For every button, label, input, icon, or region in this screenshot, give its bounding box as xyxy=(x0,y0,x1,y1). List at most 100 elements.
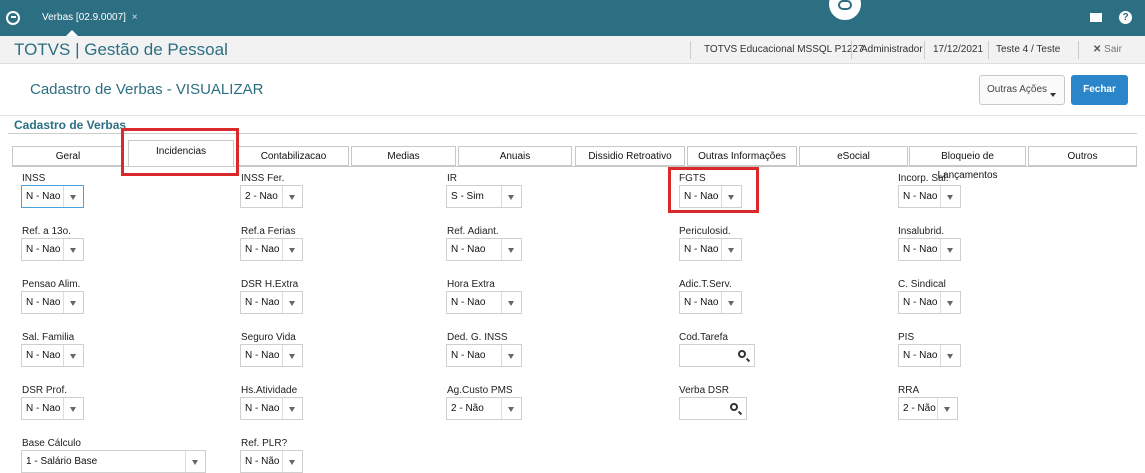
chevron-down-icon xyxy=(63,239,83,260)
company-label[interactable]: Teste 4 / Teste xyxy=(996,44,1060,55)
tab-anuais[interactable]: Anuais xyxy=(458,146,572,166)
close-button[interactable]: Fechar xyxy=(1071,75,1128,105)
seguro-vida-select[interactable]: N - Nao xyxy=(240,344,303,367)
ref-plr-select[interactable]: N - Não xyxy=(240,450,303,473)
pis-select[interactable]: N - Nao xyxy=(898,344,961,367)
base-calculo-value: 1 - Salário Base xyxy=(26,456,98,467)
chevron-down-icon xyxy=(63,292,83,313)
divider xyxy=(988,41,989,59)
ag-custo-pms-value: 2 - Não xyxy=(451,403,484,414)
tab-outras-informacoes[interactable]: Outras Informações xyxy=(687,146,797,166)
incorp-sal-value: N - Nao xyxy=(903,191,938,202)
chevron-down-icon xyxy=(282,398,302,419)
ag-custo-pms-select[interactable]: 2 - Não xyxy=(446,397,522,420)
chevron-down-icon xyxy=(282,239,302,260)
window-tab-close-icon[interactable]: × xyxy=(132,12,138,23)
section-title: Cadastro de Verbas xyxy=(14,118,127,132)
dsr-prof-value: N - Nao xyxy=(26,403,61,414)
search-icon[interactable] xyxy=(738,350,746,358)
mail-icon[interactable] xyxy=(1090,13,1102,22)
tab-geral[interactable]: Geral xyxy=(12,146,124,166)
chevron-down-icon xyxy=(937,398,957,419)
other-actions-label: Outras Ações xyxy=(987,84,1048,95)
window-tab-verbas[interactable]: Verbas [02.9.0007] × xyxy=(34,8,146,32)
ir-select[interactable]: S - Sim xyxy=(446,185,522,208)
hora-extra-value: N - Nao xyxy=(451,297,486,308)
dsr-prof-select[interactable]: N - Nao xyxy=(21,397,84,420)
periculosid-select[interactable]: N - Nao xyxy=(679,238,742,261)
pis-label: PIS xyxy=(898,332,915,343)
chevron-down-icon xyxy=(282,345,302,366)
inss-fer-select[interactable]: 2 - Nao xyxy=(240,185,303,208)
base-calculo-select[interactable]: 1 - Salário Base xyxy=(21,450,206,473)
other-actions-button[interactable]: Outras Ações xyxy=(979,75,1065,105)
sal-familia-value: N - Nao xyxy=(26,350,61,361)
tab-contabilizacao[interactable]: Contabilizacao xyxy=(238,146,349,166)
pensao-alim-select[interactable]: N - Nao xyxy=(21,291,84,314)
hs-atividade-value: N - Nao xyxy=(245,403,280,414)
inss-fer-value: 2 - Nao xyxy=(245,191,278,202)
exit-label: Sair xyxy=(1104,44,1122,55)
ref-ferias-select[interactable]: N - Nao xyxy=(240,238,303,261)
chevron-down-icon xyxy=(940,345,960,366)
chevron-down-icon xyxy=(63,345,83,366)
verba-dsr-label: Verba DSR xyxy=(679,385,730,396)
tab-medias[interactable]: Medias xyxy=(351,146,456,166)
tab-outros[interactable]: Outros xyxy=(1028,146,1137,166)
insalubrid-select[interactable]: N - Nao xyxy=(898,238,961,261)
chevron-down-icon xyxy=(282,292,302,313)
insalubrid-value: N - Nao xyxy=(903,244,938,255)
ded-g-inss-select[interactable]: N - Nao xyxy=(446,344,522,367)
chevron-down-icon xyxy=(721,239,741,260)
divider xyxy=(851,41,852,59)
rra-label: RRA xyxy=(898,385,920,396)
totvs-logo-icon[interactable] xyxy=(6,11,20,25)
search-icon[interactable] xyxy=(730,403,738,411)
chevron-down-icon xyxy=(721,292,741,313)
hs-atividade-select[interactable]: N - Nao xyxy=(240,397,303,420)
chevron-down-icon xyxy=(501,239,521,260)
c-sindical-select[interactable]: N - Nao xyxy=(898,291,961,314)
sal-familia-select[interactable]: N - Nao xyxy=(21,344,84,367)
top-bar: Verbas [02.9.0007] × ? xyxy=(0,0,1145,36)
incorp-sal-label: Incorp. Sal. xyxy=(898,173,949,184)
base-calculo-label: Base Cálculo xyxy=(22,438,81,449)
ag-custo-pms-label: Ag.Custo PMS xyxy=(447,385,513,396)
hs-atividade-label: Hs.Atividade xyxy=(241,385,298,396)
insalubrid-label: Insalubrid. xyxy=(898,226,945,237)
tab-bloqueio-lancamentos[interactable]: Bloqueio de Lançamentos xyxy=(909,146,1026,181)
help-icon[interactable]: ? xyxy=(1119,11,1132,24)
ir-value: S - Sim xyxy=(451,191,484,202)
rra-value: 2 - Não xyxy=(903,403,936,414)
cod-tarefa-input[interactable] xyxy=(679,344,755,367)
ref-13o-value: N - Nao xyxy=(26,244,61,255)
hora-extra-select[interactable]: N - Nao xyxy=(446,291,522,314)
adic-tserv-select[interactable]: N - Nao xyxy=(679,291,742,314)
chat-icon[interactable] xyxy=(827,0,863,22)
inss-select[interactable]: N - Nao xyxy=(21,185,84,208)
user-label: Administrador xyxy=(861,44,923,55)
verba-dsr-input[interactable] xyxy=(679,397,747,420)
rra-select[interactable]: 2 - Não xyxy=(898,397,958,420)
tab-dissidio-retroativo[interactable]: Dissidio Retroativo xyxy=(575,146,685,166)
chevron-down-icon xyxy=(63,398,83,419)
tab-esocial[interactable]: eSocial xyxy=(799,146,908,166)
window-tab-title: Verbas [02.9.0007] xyxy=(42,12,126,23)
ref-adiant-select[interactable]: N - Nao xyxy=(446,238,522,261)
exit-button[interactable]: ✕ Sair xyxy=(1093,44,1122,55)
inss-label: INSS xyxy=(22,173,46,184)
ir-label: IR xyxy=(447,173,457,184)
highlight-incidencias-tab xyxy=(121,128,239,176)
c-sindical-value: N - Nao xyxy=(903,297,938,308)
ref-ferias-value: N - Nao xyxy=(245,244,280,255)
page-title: Cadastro de Verbas - VISUALIZAR xyxy=(30,81,264,98)
incorp-sal-select[interactable]: N - Nao xyxy=(898,185,961,208)
inss-fer-label: INSS Fer. xyxy=(241,173,285,184)
highlight-fgts-field xyxy=(668,167,759,213)
dsr-hextra-select[interactable]: N - Nao xyxy=(240,291,303,314)
app-title: TOTVS | Gestão de Pessoal xyxy=(14,40,228,59)
page-header: Cadastro de Verbas - VISUALIZAR Outras A… xyxy=(0,64,1145,116)
ref-13o-select[interactable]: N - Nao xyxy=(21,238,84,261)
c-sindical-label: C. Sindical xyxy=(898,279,946,290)
ded-g-inss-value: N - Nao xyxy=(451,350,486,361)
